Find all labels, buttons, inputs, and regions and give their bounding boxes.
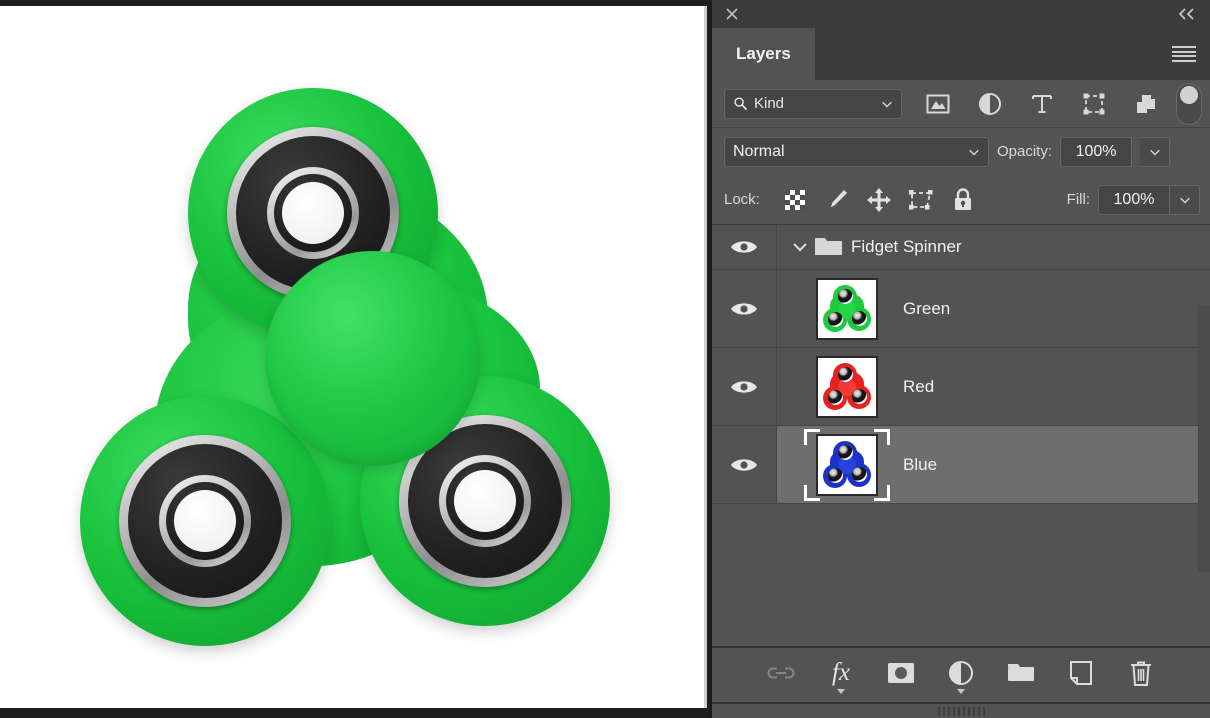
- spinner-bearing-left: [119, 435, 291, 607]
- eye-icon: [731, 302, 757, 315]
- layer-visibility-toggle[interactable]: [712, 348, 777, 425]
- layers-bottom-toolbar: fx: [712, 646, 1210, 702]
- filter-kind-dropdown[interactable]: Kind: [724, 88, 902, 119]
- lock-row: Lock: Fill: 100%: [712, 175, 1210, 225]
- filter-shape-layers-icon[interactable]: [1077, 89, 1111, 119]
- layer-name: Green: [903, 298, 951, 318]
- opacity-stepper[interactable]: [1140, 136, 1171, 167]
- artwork-fidget-spinner: [0, 6, 707, 708]
- photoshop-window: Layers Kind Normal Opacity: 100% Lock: F…: [0, 0, 1210, 718]
- layer-thumbnail[interactable]: [816, 277, 878, 340]
- eye-icon: [731, 458, 757, 471]
- lock-label: Lock:: [724, 191, 760, 208]
- chevron-down-icon: [969, 149, 979, 156]
- layer-row-blue[interactable]: Blue: [712, 426, 1210, 504]
- layer-list-scrollbar[interactable]: [1198, 305, 1210, 572]
- layer-name: Red: [903, 376, 935, 396]
- opacity-label: Opacity:: [997, 143, 1053, 160]
- new-layer-button[interactable]: [1060, 652, 1102, 694]
- fill-input[interactable]: 100%: [1098, 184, 1170, 215]
- layer-visibility-toggle[interactable]: [712, 225, 777, 269]
- layer-name: Fidget Spinner: [851, 237, 962, 256]
- panel-resize-grip[interactable]: [712, 702, 1210, 718]
- layer-row-body[interactable]: Fidget Spinner: [777, 225, 1210, 269]
- layer-thumbnail-wrap: [809, 355, 885, 418]
- filter-smart-object-layers-icon[interactable]: [1129, 89, 1163, 119]
- tab-layers-label: Layers: [736, 44, 791, 63]
- filter-pixel-layers-icon[interactable]: [921, 89, 955, 119]
- collapse-panel-icon[interactable]: [1176, 7, 1198, 21]
- chevron-down-icon: [882, 101, 892, 108]
- blend-mode-dropdown[interactable]: Normal: [724, 136, 989, 167]
- blend-mode-row: Normal Opacity: 100%: [712, 128, 1210, 175]
- add-layer-mask-button[interactable]: [880, 652, 922, 694]
- opacity-input[interactable]: 100%: [1060, 136, 1133, 167]
- lock-all-icon[interactable]: [942, 184, 984, 216]
- panel-titlebar: [712, 0, 1210, 28]
- caret-down-icon: [837, 689, 845, 694]
- lock-position-icon[interactable]: [858, 184, 900, 216]
- lock-image-pixels-icon[interactable]: [816, 184, 858, 216]
- canvas-area[interactable]: [0, 0, 710, 718]
- eye-icon: [731, 380, 757, 393]
- layer-thumbnail[interactable]: [816, 433, 878, 496]
- document-canvas[interactable]: [0, 6, 707, 708]
- lock-artboard-nesting-icon[interactable]: [900, 184, 942, 216]
- blend-mode-value: Normal: [733, 142, 785, 160]
- tab-layers[interactable]: Layers: [712, 28, 815, 80]
- layers-panel: Layers Kind Normal Opacity: 100% Lock: F…: [710, 0, 1210, 718]
- layer-row-green[interactable]: Green: [712, 270, 1210, 348]
- new-group-button[interactable]: [1000, 652, 1042, 694]
- fill-label: Fill:: [1066, 191, 1090, 208]
- spinner-graphic: [60, 66, 680, 646]
- layer-filter-row: Kind: [712, 80, 1210, 128]
- layer-mask-icon: [888, 663, 914, 683]
- filter-adjustment-layers-icon[interactable]: [973, 89, 1007, 119]
- spinner-center-hub: [265, 251, 480, 466]
- fx-icon: fx: [831, 659, 851, 686]
- layer-styles-button[interactable]: fx: [820, 652, 862, 694]
- trash-icon: [1131, 661, 1151, 686]
- tabstrip-filler: [815, 28, 1158, 80]
- layer-row-red[interactable]: Red: [712, 348, 1210, 426]
- layer-row-body[interactable]: Blue: [777, 426, 1210, 503]
- filter-kind-label: Kind: [754, 95, 785, 112]
- link-icon: [767, 667, 795, 679]
- adjustment-layer-icon: [949, 661, 973, 685]
- close-icon[interactable]: [724, 6, 740, 22]
- layer-row-group[interactable]: Fidget Spinner: [712, 225, 1210, 270]
- folder-icon: [813, 236, 845, 258]
- lock-transparent-pixels-icon[interactable]: [774, 184, 816, 216]
- chevron-down-icon: [1149, 149, 1160, 156]
- fill-stepper[interactable]: [1170, 184, 1200, 215]
- eye-icon: [731, 241, 757, 253]
- layer-visibility-toggle[interactable]: [712, 426, 777, 503]
- layer-thumbnail-wrap: [804, 428, 890, 501]
- new-folder-icon: [1008, 664, 1034, 681]
- filter-type-layers-icon[interactable]: [1025, 89, 1059, 119]
- panel-tabstrip: Layers: [712, 28, 1210, 80]
- caret-down-icon: [957, 689, 965, 694]
- chevron-down-icon: [1179, 197, 1190, 204]
- layer-thumbnail[interactable]: [816, 355, 878, 418]
- filter-type-icons: [902, 89, 1172, 119]
- layer-row-body[interactable]: Red: [777, 348, 1210, 425]
- link-layers-button[interactable]: [760, 652, 802, 694]
- group-expand-chevron-icon[interactable]: [787, 241, 813, 253]
- search-icon: [734, 97, 747, 110]
- delete-layer-button[interactable]: [1120, 652, 1162, 694]
- filter-enable-toggle[interactable]: [1176, 82, 1202, 125]
- new-adjustment-layer-button[interactable]: [940, 652, 982, 694]
- layer-list[interactable]: Fidget Spinner Green Red Blue: [712, 225, 1210, 646]
- thumbnail-spinner-blue: [822, 440, 872, 489]
- layer-row-body[interactable]: Green: [777, 270, 1210, 347]
- hamburger-menu-icon[interactable]: [1158, 28, 1210, 80]
- thumbnail-spinner-red: [822, 362, 872, 411]
- new-layer-icon: [1070, 661, 1092, 685]
- layer-thumbnail-wrap: [809, 277, 885, 340]
- layer-name: Blue: [903, 454, 938, 474]
- thumbnail-spinner-green: [822, 284, 872, 333]
- layer-visibility-toggle[interactable]: [712, 270, 777, 347]
